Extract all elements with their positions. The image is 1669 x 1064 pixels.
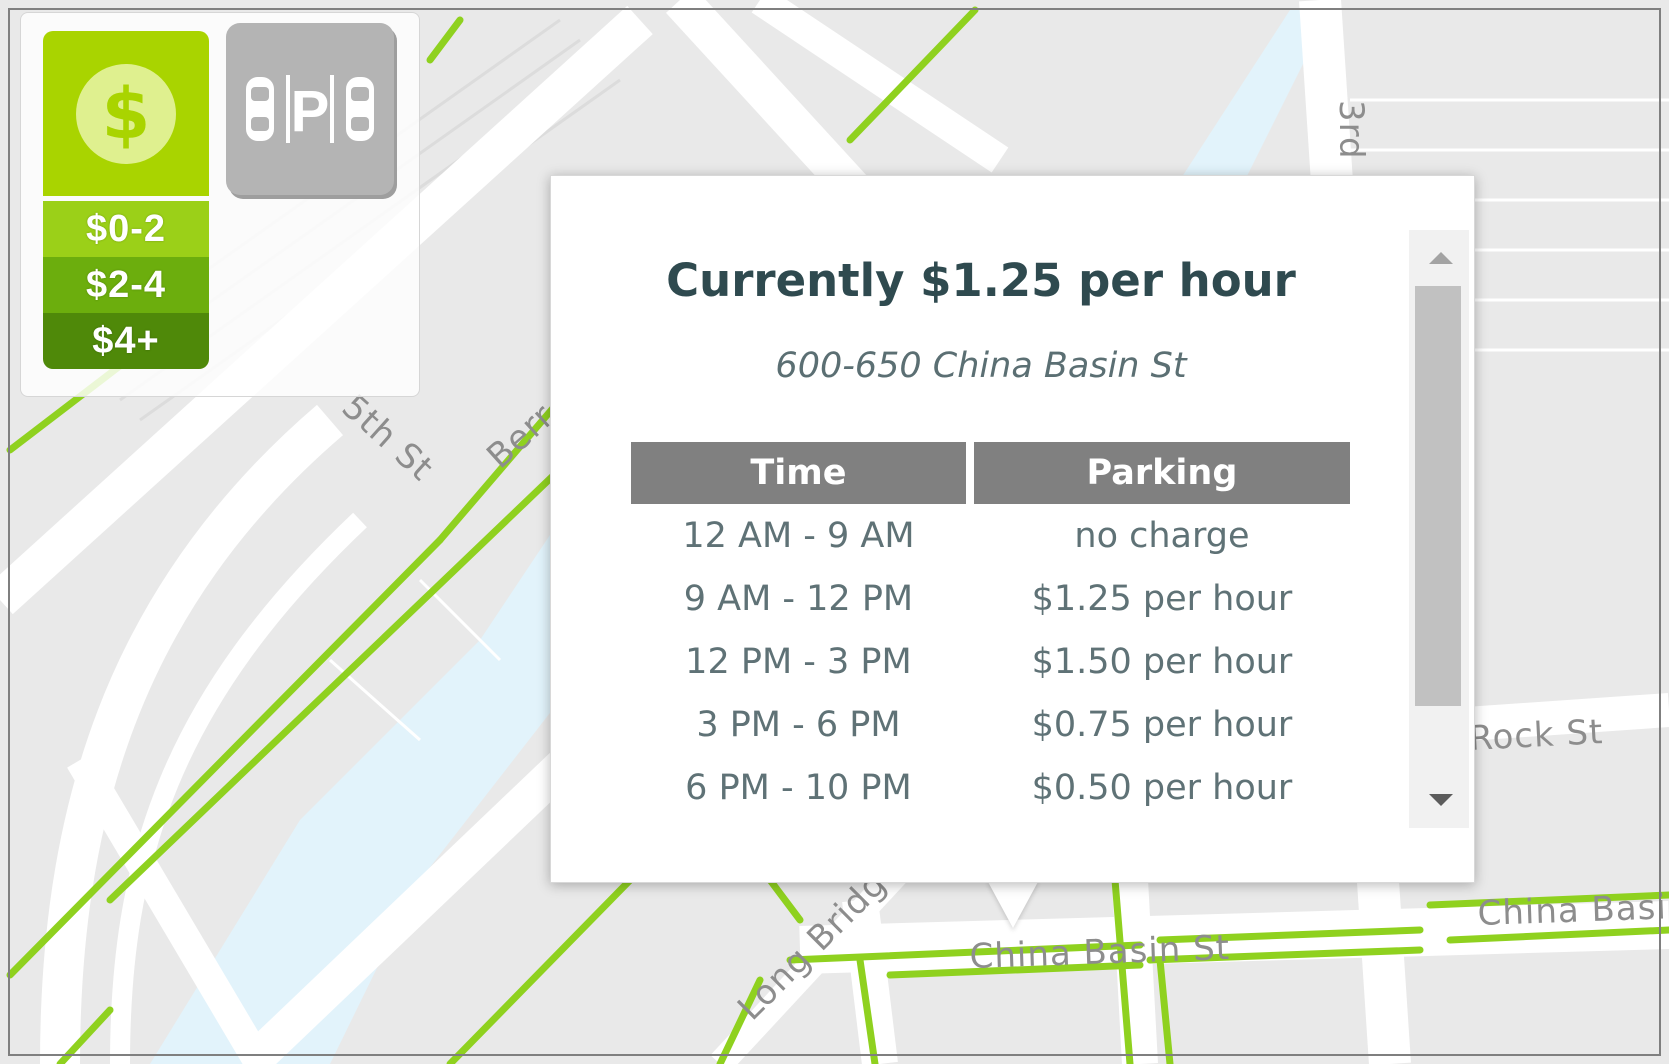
price-tier-mid: $2-4 [43, 257, 209, 313]
price-tier-legend: $0-2 $2-4 $4+ [43, 201, 209, 369]
rate-cell: $0.50 per hour [1031, 767, 1293, 808]
price-tier-high: $4+ [43, 313, 209, 369]
table-row: 12 PM - 3 PM $1.50 per hour [631, 630, 1350, 693]
parking-letter: P [291, 79, 330, 144]
time-cell: 12 AM - 9 AM [682, 515, 915, 556]
dollar-coin-icon: $ [76, 63, 176, 164]
table-row: 6 PM - 10 PM $0.50 per hour [631, 756, 1350, 819]
rate-cell: $0.75 per hour [1031, 704, 1293, 745]
scroll-down-arrow-icon[interactable] [1429, 794, 1453, 806]
rate-cell: $1.25 per hour [1031, 578, 1293, 619]
parking-cars-icon: P [246, 75, 374, 144]
scrollbar-thumb[interactable] [1415, 286, 1461, 706]
table-row: 3 PM - 6 PM $0.75 per hour [631, 693, 1350, 756]
popup-pointer [987, 880, 1039, 928]
rate-cell: $1.50 per hour [1031, 641, 1293, 682]
street-label-rock: Rock St [1468, 712, 1604, 759]
parking-info-popup: Currently $1.25 per hour 600-650 China B… [550, 175, 1475, 883]
table-row: 9 AM - 12 PM $1.25 per hour [631, 567, 1350, 630]
table-header-row: Time Parking [631, 442, 1350, 504]
scroll-up-arrow-icon[interactable] [1429, 252, 1453, 264]
column-header-parking: Parking [973, 442, 1350, 504]
street-label-china-basin-right: China Basi [1477, 887, 1668, 934]
legend-panel: $ P $0-2 $2-4 $4+ [20, 12, 420, 397]
time-cell: 6 PM - 10 PM [685, 767, 912, 808]
price-tier-low: $0-2 [43, 201, 209, 257]
popup-scrollbar[interactable] [1409, 230, 1469, 828]
rate-schedule-table: Time Parking 12 AM - 9 AM no charge 9 AM… [623, 442, 1358, 819]
column-header-time: Time [631, 442, 966, 504]
price-layer-button[interactable]: $ [43, 31, 209, 196]
street-label-third: 3rd [1331, 100, 1371, 160]
time-cell: 3 PM - 6 PM [696, 704, 901, 745]
table-row: 12 AM - 9 AM no charge [631, 504, 1350, 567]
time-cell: 9 AM - 12 PM [683, 578, 914, 619]
time-cell: 12 PM - 3 PM [685, 641, 912, 682]
parking-layer-button[interactable]: P [226, 23, 394, 195]
popup-title: Currently $1.25 per hour [666, 254, 1296, 307]
rate-cell: no charge [1074, 515, 1250, 556]
popup-address: 600-650 China Basin St [775, 346, 1187, 386]
